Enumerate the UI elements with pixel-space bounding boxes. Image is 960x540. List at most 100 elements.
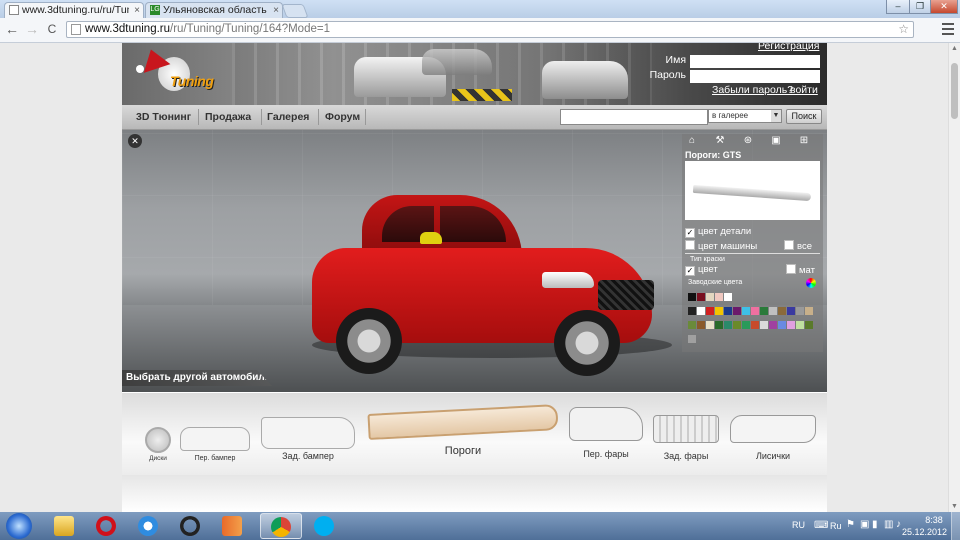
color-swatch[interactable] [724,307,732,315]
color-swatch[interactable] [760,307,768,315]
part-taillights[interactable]: Зад. фары [650,415,722,467]
volume-icon[interactable]: ♪ [896,519,901,530]
forward-arrow-icon[interactable]: → [24,21,40,37]
sitemap-icon[interactable]: ⊞ [794,134,814,148]
camera-icon[interactable]: ▣ [766,134,786,148]
tab-3dtuning[interactable]: www.3dtuning.ru/ru/Tuni × [4,2,144,18]
search-app-taskbar-icon[interactable] [170,513,210,539]
color-swatch[interactable] [697,307,705,315]
part-rear-bumper[interactable]: Зад. бампер [260,417,356,467]
color-swatch[interactable] [742,307,750,315]
car-color-checkbox[interactable] [685,240,695,250]
login-link[interactable]: войти [790,84,818,96]
color-swatch[interactable] [787,307,795,315]
color-swatch[interactable] [688,293,696,301]
password-input[interactable] [690,70,820,83]
wrench-icon[interactable]: ✕ [128,134,142,148]
nav-forum[interactable]: Форум [325,111,360,123]
explorer-taskbar-icon[interactable] [44,513,84,539]
color-swatch[interactable] [769,307,777,315]
part-side-skirts[interactable]: Пороги [367,401,559,471]
ime-indicator[interactable]: Ru [830,521,842,531]
color-swatch[interactable] [697,293,705,301]
color-swatch[interactable] [715,307,723,315]
color-swatch[interactable] [706,293,714,301]
color-swatch[interactable] [778,307,786,315]
color-swatch[interactable] [751,307,759,315]
reload-icon[interactable]: C [44,21,60,37]
part-wheels[interactable]: Диски [140,427,176,467]
address-bar[interactable]: www.3dtuning.ru/ru/Tuning/Tuning/164?Mod… [66,21,914,38]
color-swatch[interactable] [724,293,732,301]
nav-sale[interactable]: Продажа [205,111,251,123]
part-fog-lights[interactable]: Лисички [728,415,818,467]
glossy-checkbox[interactable]: ✓ [685,266,695,276]
tuning-3d-viewer[interactable]: ✕ ⌂ ⚒ ⊛ ▣ ⊞ Пороги: GTS ✓ цвет детали цв… [122,130,827,392]
notification-icon[interactable]: ▣ [860,519,869,530]
color-swatch[interactable] [787,321,795,329]
keyboard-icon[interactable]: ⌨ [814,520,828,531]
name-input[interactable] [690,55,820,68]
tab-close-icon[interactable]: × [134,3,140,18]
color-swatch[interactable] [805,321,813,329]
language-indicator[interactable]: RU [792,520,805,530]
color-swatch[interactable] [733,321,741,329]
action-center-icon[interactable]: ⚑ [846,519,855,530]
color-swatch[interactable] [760,321,768,329]
forgot-password-link[interactable]: Забыли пароль? [712,84,793,96]
nav-gallery[interactable]: Галерея [267,111,309,123]
clock-date[interactable]: 25.12.2012 [902,527,947,537]
color-swatch[interactable] [688,335,696,343]
color-swatch[interactable] [742,321,750,329]
skype-taskbar-icon[interactable] [304,513,344,539]
color-swatch[interactable] [706,321,714,329]
color-swatch[interactable] [715,293,723,301]
color-swatch[interactable] [724,321,732,329]
matte-option[interactable]: мат [786,264,815,276]
network-icon[interactable]: ▥ [884,519,893,530]
chrome-taskbar-icon[interactable] [260,513,302,539]
new-tab-button[interactable] [281,4,309,18]
color-swatch[interactable] [697,321,705,329]
scrollbar-thumb[interactable] [951,63,958,119]
register-link[interactable]: Регистрация [758,43,819,52]
maximize-button[interactable]: ❐ [909,0,931,14]
car-color-option[interactable]: цвет машины [685,240,757,252]
office-taskbar-icon[interactable] [212,513,252,539]
tools-icon[interactable]: ⚒ [710,134,730,148]
all-checkbox[interactable] [784,240,794,250]
tab-close-icon[interactable]: × [273,3,279,18]
part-color-option[interactable]: ✓ цвет детали [685,226,751,238]
steering-icon[interactable]: ⊛ [738,134,758,148]
color-swatch[interactable] [769,321,777,329]
color-swatch[interactable] [751,321,759,329]
vertical-scrollbar[interactable]: ▲ ▼ [948,43,960,512]
nav-3d-tuning[interactable]: 3D Тюнинг [136,111,191,123]
ie-taskbar-icon[interactable] [128,513,168,539]
color-swatch[interactable] [715,321,723,329]
color-swatch[interactable] [796,321,804,329]
close-window-button[interactable]: ✕ [930,0,958,14]
clock-time[interactable]: 8:38 [916,515,952,525]
search-button[interactable]: Поиск [786,109,822,124]
color-swatch[interactable] [688,321,696,329]
home-icon[interactable]: ⌂ [682,134,702,148]
color-wheel-icon[interactable] [806,278,816,288]
color-swatch[interactable] [778,321,786,329]
part-front-bumper[interactable]: Пер. бампер [178,427,252,467]
all-option[interactable]: все [784,240,812,252]
site-search-input[interactable] [560,109,708,125]
color-swatch[interactable] [706,307,714,315]
glossy-option[interactable]: ✓ цвет [685,264,718,276]
matte-checkbox[interactable] [786,264,796,274]
chrome-menu-icon[interactable] [942,23,954,35]
site-logo[interactable]: Tuning [134,45,224,97]
battery-icon[interactable]: ▮ [872,519,878,530]
back-arrow-icon[interactable]: ← [4,21,20,37]
start-button[interactable] [6,513,32,539]
select-other-car-button[interactable]: Выбрать другой автомобиль [122,370,272,386]
minimize-button[interactable]: – [886,0,910,14]
search-scope-select[interactable]: в галерее ▼ [708,109,782,123]
part-headlights[interactable]: Пер. фары [566,407,646,467]
part-color-checkbox[interactable]: ✓ [685,228,695,238]
